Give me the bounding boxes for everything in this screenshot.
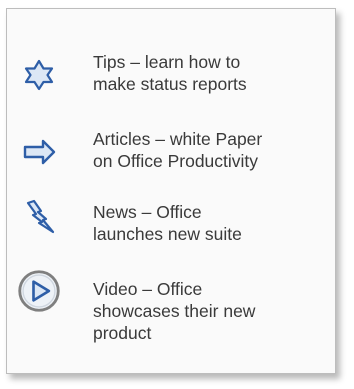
list-item-label: Tips – learn how to make status reports — [93, 52, 247, 94]
list-item-label: News – Office launches new suite — [93, 202, 242, 244]
play-icon — [18, 270, 60, 312]
arrow-right-icon — [23, 139, 56, 165]
list-item-label: Articles – white Paper on Office Product… — [93, 129, 263, 171]
star-icon — [24, 59, 54, 91]
resources-panel: Tips – learn how to make status reports … — [6, 8, 336, 374]
list-item-label: Video – Office showcases their new produ… — [93, 279, 256, 343]
lightning-icon — [26, 199, 55, 234]
